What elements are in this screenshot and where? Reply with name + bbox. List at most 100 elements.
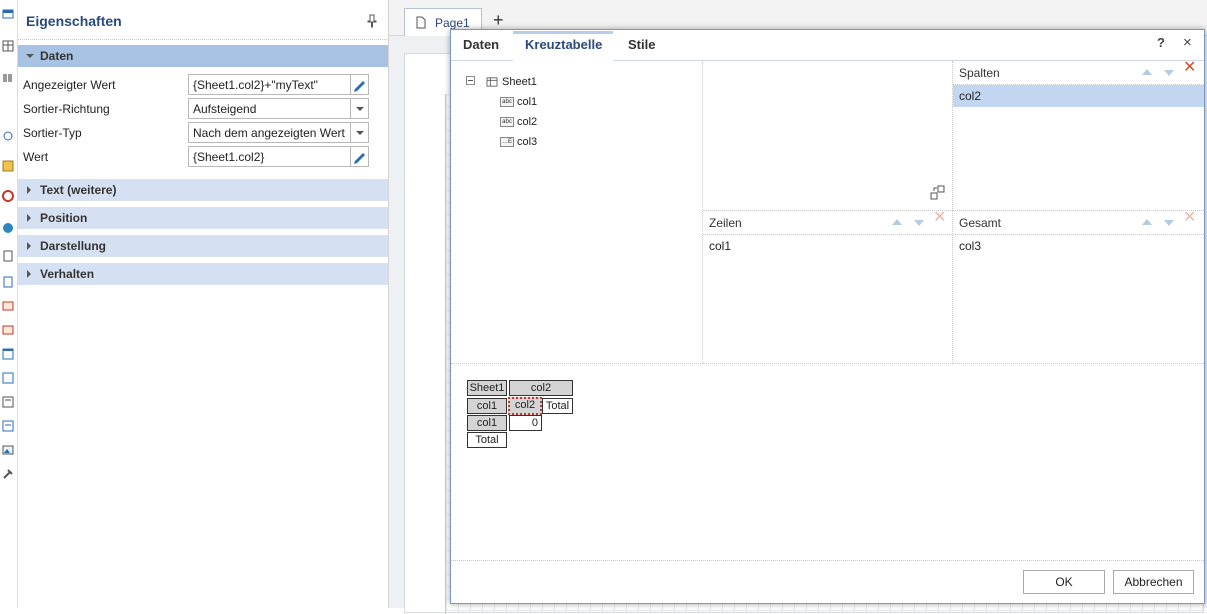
toolbox-chart-icon[interactable] xyxy=(2,300,14,312)
value-input[interactable]: {Sheet1.col2} xyxy=(188,146,351,167)
property-row-sortier-typ: Sortier-Typ Nach dem angezeigten Wert xyxy=(18,122,388,144)
category-position[interactable]: Position xyxy=(18,207,388,229)
toolbox-panel-icon[interactable] xyxy=(2,348,14,360)
toolbox-image-icon[interactable] xyxy=(2,160,14,172)
ok-button[interactable]: OK xyxy=(1023,570,1105,594)
properties-panel: Eigenschaften Daten Angezeigter Wert {Sh… xyxy=(18,0,389,608)
swap-fields-icon[interactable] xyxy=(929,184,947,202)
preview-column-field-selected[interactable]: col2 xyxy=(508,397,542,415)
preview-data-cell[interactable]: 0 xyxy=(509,415,542,431)
totals-header: Gesamt ✕ xyxy=(953,209,1204,235)
preview-row-value[interactable]: col1 xyxy=(467,415,507,431)
toolbox-container-icon[interactable] xyxy=(2,372,14,384)
preview-column-header[interactable]: col2 xyxy=(509,380,573,396)
preview-corner-cell[interactable]: Sheet1 xyxy=(467,380,507,396)
tab-kreuztabelle[interactable]: Kreuztabelle xyxy=(525,37,602,52)
tab-daten[interactable]: Daten xyxy=(463,37,499,52)
toolbox-band-icon[interactable] xyxy=(2,8,14,20)
category-label: Darstellung xyxy=(40,239,107,253)
category-darstellung[interactable]: Darstellung xyxy=(18,235,388,257)
list-item[interactable]: col2 xyxy=(953,85,1204,107)
pencil-icon xyxy=(354,81,365,92)
category-label: Daten xyxy=(40,49,74,63)
property-label: Sortier-Richtung xyxy=(23,102,110,116)
toolbox-gauge-icon[interactable] xyxy=(2,190,14,202)
move-down-icon[interactable] xyxy=(914,220,924,226)
property-label: Angezeigter Wert xyxy=(23,78,116,92)
move-up-icon[interactable] xyxy=(1142,219,1152,225)
chevron-right-icon xyxy=(27,214,31,222)
toolbox-tools-icon[interactable] xyxy=(2,468,14,480)
toolbox-richtext-icon[interactable] xyxy=(2,276,14,288)
toolbox-globe-icon[interactable] xyxy=(2,222,14,234)
columns-pane: Spalten ✕ col2 xyxy=(953,59,1204,211)
totals-pane: Gesamt ✕ col3 xyxy=(953,209,1204,364)
property-label: Sortier-Typ xyxy=(23,126,82,140)
sort-type-select[interactable]: Nach dem angezeigten Wert xyxy=(188,122,351,143)
category-text-weitere[interactable]: Text (weitere) xyxy=(18,179,388,201)
toolbox-text-icon[interactable] xyxy=(2,250,14,262)
document-icon xyxy=(416,16,426,29)
columns-header: Spalten ✕ xyxy=(953,59,1204,85)
preview-row-field[interactable]: col1 xyxy=(467,398,507,414)
data-source-tree: Sheet1 abc col1 abc col2 …E col3 xyxy=(451,61,703,364)
tree-node-label: col3 xyxy=(517,136,538,148)
property-row-angezeigter-wert: Angezeigter Wert {Sheet1.col2}+"myText" xyxy=(18,74,388,96)
dialog-footer: OK Abbrechen xyxy=(451,560,1204,604)
tab-stile[interactable]: Stile xyxy=(628,37,655,52)
pane-title: Gesamt xyxy=(959,216,1002,230)
crosstab-dialog: Daten Kreuztabelle Stile ? × Sheet1 abc … xyxy=(450,29,1205,604)
category-label: Position xyxy=(40,211,88,225)
move-down-icon[interactable] xyxy=(1164,220,1174,226)
chevron-down-icon xyxy=(26,54,34,58)
tree-node-label: col2 xyxy=(517,116,538,128)
list-item[interactable]: col3 xyxy=(953,235,1204,257)
category-label: Text (weitere) xyxy=(40,183,117,197)
collapse-icon[interactable] xyxy=(466,76,475,85)
toolbox-subreport-icon[interactable] xyxy=(2,396,14,408)
edit-expression-button[interactable] xyxy=(350,146,369,167)
close-button[interactable]: × xyxy=(1183,34,1192,51)
properties-header: Eigenschaften xyxy=(18,0,389,40)
toolbox-picture-icon[interactable] xyxy=(2,444,14,456)
edit-expression-button[interactable] xyxy=(350,74,369,95)
chevron-down-icon[interactable] xyxy=(350,98,369,119)
move-down-icon[interactable] xyxy=(1164,70,1174,76)
chevron-right-icon xyxy=(27,242,31,250)
sort-direction-select[interactable]: Aufsteigend xyxy=(188,98,351,119)
toolbox-list-icon[interactable] xyxy=(2,420,14,432)
property-row-sortier-richtung: Sortier-Richtung Aufsteigend xyxy=(18,98,388,120)
tab-label: Page1 xyxy=(435,16,470,30)
pin-icon[interactable] xyxy=(366,14,378,28)
text-field-icon: abc xyxy=(500,117,514,127)
cancel-button[interactable]: Abbrechen xyxy=(1113,570,1194,594)
text-field-icon: abc xyxy=(500,97,514,107)
remove-icon[interactable]: ✕ xyxy=(933,207,946,227)
property-row-wert: Wert {Sheet1.col2} xyxy=(18,146,388,168)
displayed-value-input[interactable]: {Sheet1.col2}+"myText" xyxy=(188,74,351,95)
help-button[interactable]: ? xyxy=(1157,35,1165,50)
category-verhalten[interactable]: Verhalten xyxy=(18,263,388,285)
category-label: Verhalten xyxy=(40,267,95,281)
property-label: Wert xyxy=(23,150,49,164)
preview-row-total[interactable]: Total xyxy=(467,432,507,448)
remove-icon[interactable]: ✕ xyxy=(1183,57,1196,77)
toolbox-strip xyxy=(0,0,18,608)
category-daten[interactable]: Daten xyxy=(18,45,388,67)
toolbox-barcode-icon[interactable] xyxy=(2,72,14,84)
chevron-down-icon[interactable] xyxy=(350,122,369,143)
add-page-button[interactable]: + xyxy=(493,10,504,31)
preview-column-total[interactable]: Total xyxy=(542,398,573,414)
field-drop-area[interactable] xyxy=(703,61,953,211)
tree-node-label: Sheet1 xyxy=(502,76,537,88)
table-icon xyxy=(486,77,498,87)
rows-pane: Zeilen ✕ col1 xyxy=(703,209,953,364)
remove-icon[interactable]: ✕ xyxy=(1183,207,1196,227)
toolbox-table-icon[interactable] xyxy=(2,40,14,52)
list-item[interactable]: col1 xyxy=(703,235,952,257)
toolbox-crosstab-icon[interactable] xyxy=(2,324,14,336)
move-up-icon[interactable] xyxy=(892,219,902,225)
chevron-right-icon xyxy=(27,270,31,278)
move-up-icon[interactable] xyxy=(1142,69,1152,75)
toolbox-shape-icon[interactable] xyxy=(2,130,14,142)
